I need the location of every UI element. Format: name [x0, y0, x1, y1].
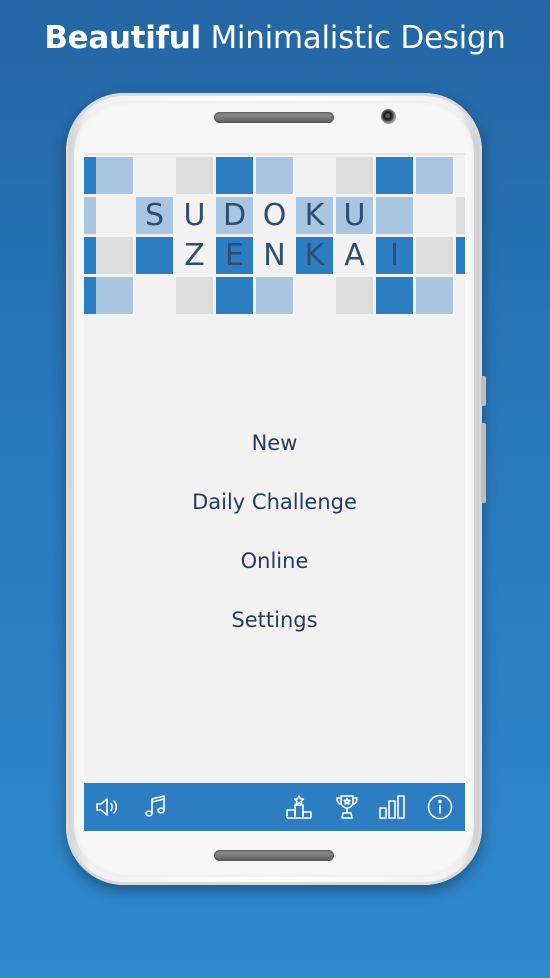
logo-letter: S	[144, 198, 165, 233]
logo-tile	[416, 157, 453, 194]
logo-tile	[256, 277, 293, 314]
logo-tile-grid: SUDOKUZENKAI	[84, 155, 465, 314]
logo-tile	[296, 157, 333, 194]
menu-new[interactable]: New	[84, 431, 465, 455]
logo-tile	[216, 277, 253, 314]
logo-tile	[96, 157, 133, 194]
speaker-icon[interactable]	[94, 793, 122, 821]
logo-tile	[336, 277, 373, 314]
logo-letter: U	[183, 198, 206, 233]
logo-letter: Z	[184, 238, 205, 273]
logo-tile	[416, 277, 453, 314]
headline-bold: Beautiful	[44, 20, 201, 56]
front-camera	[381, 109, 396, 124]
bar-chart-icon[interactable]	[378, 793, 406, 821]
logo-tile	[456, 277, 465, 314]
volume-button	[481, 376, 486, 406]
logo-tile	[456, 157, 465, 194]
phone-frame: SUDOKUZENKAI New Daily Challenge Online …	[66, 93, 486, 885]
logo-letter: D	[222, 198, 247, 233]
logo-tile	[456, 197, 465, 234]
logo-letter: K	[304, 238, 325, 273]
logo-tile	[376, 277, 413, 314]
earpiece-speaker	[214, 112, 334, 123]
podium-icon[interactable]	[285, 793, 313, 821]
promo-headline: Beautiful Minimalistic Design	[0, 18, 550, 58]
logo-tile	[96, 277, 133, 314]
bottom-speaker	[214, 850, 334, 861]
logo-tile	[216, 157, 253, 194]
logo-letter: I	[390, 238, 399, 273]
info-icon[interactable]	[426, 793, 454, 821]
logo-letter: O	[262, 198, 287, 233]
logo-tile	[416, 197, 453, 234]
logo-tile	[376, 157, 413, 194]
logo-tile	[96, 197, 133, 234]
app-screen: SUDOKUZENKAI New Daily Challenge Online …	[84, 153, 465, 831]
logo-letter: N	[263, 238, 286, 273]
logo-letter: E	[225, 238, 244, 273]
logo-tile	[296, 277, 333, 314]
logo-tile	[176, 157, 213, 194]
logo-letter: K	[304, 198, 325, 233]
logo-tile	[96, 237, 133, 274]
menu-online[interactable]: Online	[84, 549, 465, 573]
logo-tile	[136, 277, 173, 314]
logo-tile	[256, 157, 293, 194]
logo-tile	[336, 157, 373, 194]
headline-light: Minimalistic Design	[210, 20, 506, 56]
bottom-toolbar	[84, 783, 465, 831]
logo-letter: U	[343, 198, 366, 233]
power-button	[481, 423, 486, 503]
logo-letter: A	[344, 238, 365, 273]
menu-settings[interactable]: Settings	[84, 608, 465, 632]
logo-tile	[136, 157, 173, 194]
logo-tile	[456, 237, 465, 274]
music-note-icon[interactable]	[142, 793, 170, 821]
logo-tile	[416, 237, 453, 274]
logo-tile	[176, 277, 213, 314]
logo-tile	[376, 197, 413, 234]
menu-daily-challenge[interactable]: Daily Challenge	[84, 490, 465, 514]
logo-tile	[136, 237, 173, 274]
trophy-icon[interactable]	[333, 793, 361, 821]
